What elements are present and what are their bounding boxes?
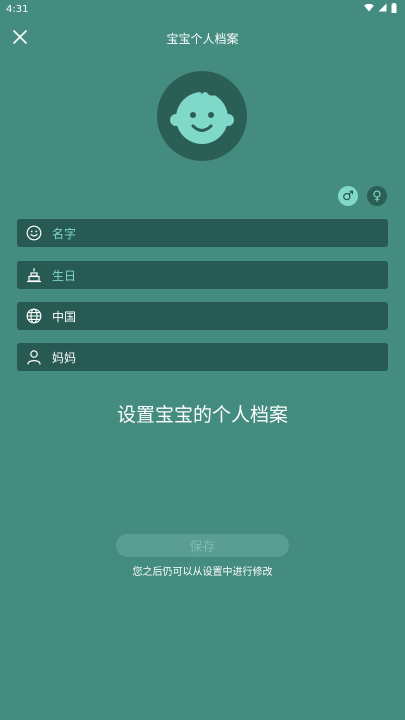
male-symbol-icon: ♂ [342, 188, 354, 204]
status-icons [364, 2, 397, 16]
save-button-label: 保存 [189, 540, 216, 555]
close-button[interactable] [10, 28, 30, 48]
gender-female-button[interactable]: ♀ [367, 186, 387, 206]
birthday-field-placeholder: 生日 [52, 268, 77, 283]
battery-icon [391, 2, 397, 16]
country-field-value: 中国 [52, 309, 77, 324]
page-title: 宝宝个人档案 [166, 31, 239, 46]
birthday-field[interactable]: 生日 [17, 261, 388, 289]
gender-male-button[interactable]: ♂ [338, 186, 358, 206]
signal-icon [378, 3, 387, 15]
hint-text: 您之后仍可以从设置中进行修改 [132, 567, 273, 578]
birthday-cake-icon [26, 267, 42, 283]
name-field-placeholder: 名字 [52, 226, 77, 241]
status-bar: 4:31 [0, 0, 405, 18]
smiley-icon [26, 225, 42, 241]
app-bar: 宝宝个人档案 [0, 22, 405, 54]
country-field[interactable]: 中国 [17, 302, 388, 330]
baby-avatar[interactable] [157, 71, 247, 161]
baby-face-icon [164, 76, 240, 156]
female-symbol-icon: ♀ [372, 188, 382, 204]
relationship-field-value: 妈妈 [52, 350, 77, 365]
headline: 设置宝宝的个人档案 [116, 404, 288, 426]
person-icon [26, 349, 42, 365]
name-field[interactable]: 名字 [17, 219, 388, 247]
wifi-icon [364, 3, 374, 15]
close-icon [13, 29, 27, 48]
globe-icon [26, 308, 42, 324]
status-time: 4:31 [6, 3, 29, 15]
save-button[interactable]: 保存 [116, 534, 289, 557]
relationship-field[interactable]: 妈妈 [17, 343, 388, 371]
